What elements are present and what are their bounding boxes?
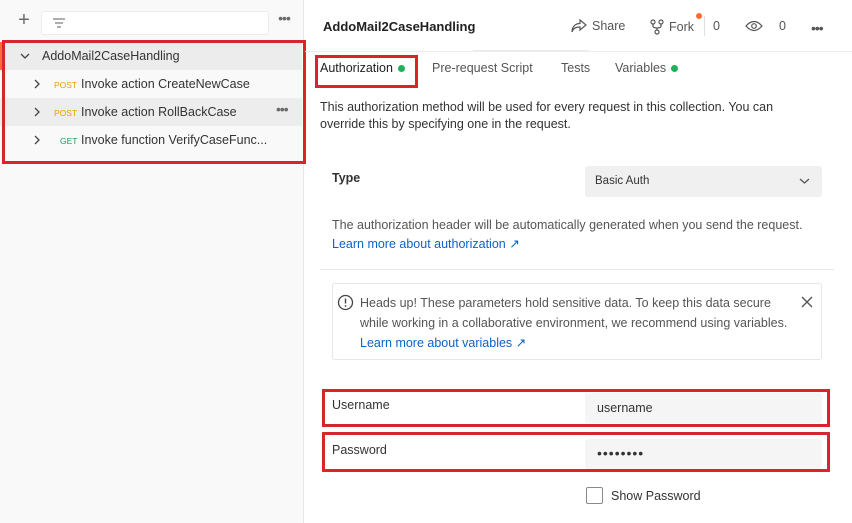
alert-message: Heads up! These parameters hold sensitiv… bbox=[360, 296, 788, 330]
collection-header: AddoMail2CaseHandling Share Fork 0 0 ••• bbox=[305, 0, 852, 52]
close-icon[interactable] bbox=[801, 296, 813, 308]
learn-more-variables-link[interactable]: Learn more about variables ↗ bbox=[360, 336, 526, 350]
highlight-box bbox=[315, 55, 418, 88]
highlight-box bbox=[322, 389, 830, 427]
highlight-box bbox=[322, 432, 830, 472]
filter-input[interactable] bbox=[41, 11, 269, 35]
auth-type-value: Basic Auth bbox=[595, 175, 650, 187]
auth-note-text: The authorization header will be automat… bbox=[332, 218, 803, 232]
tab-variables[interactable]: Variables bbox=[615, 61, 679, 75]
tab-tests[interactable]: Tests bbox=[561, 61, 590, 75]
watch-count[interactable]: 0 bbox=[779, 19, 786, 33]
alert-text: Heads up! These parameters hold sensitiv… bbox=[360, 293, 790, 353]
tab-label: Pre-request Script bbox=[432, 61, 533, 75]
fork-count[interactable]: 0 bbox=[713, 19, 720, 33]
page-title: AddoMail2CaseHandling bbox=[323, 19, 476, 34]
fork-button[interactable]: Fork bbox=[650, 19, 694, 35]
show-password-label: Show Password bbox=[611, 488, 701, 503]
filter-icon bbox=[53, 18, 65, 28]
sensitive-data-alert: Heads up! These parameters hold sensitiv… bbox=[332, 283, 822, 360]
main-panel: AddoMail2CaseHandling Share Fork 0 0 ••• bbox=[305, 0, 852, 523]
tab-pre-request-script[interactable]: Pre-request Script bbox=[432, 61, 533, 75]
share-label: Share bbox=[592, 19, 626, 33]
more-options-icon[interactable]: ••• bbox=[276, 11, 292, 28]
notification-dot bbox=[696, 13, 702, 19]
highlight-box bbox=[2, 40, 306, 164]
info-icon bbox=[337, 294, 354, 311]
share-button[interactable]: Share bbox=[571, 19, 625, 33]
chevron-down-icon bbox=[799, 178, 810, 184]
auth-note: The authorization header will be automat… bbox=[332, 216, 832, 254]
watch-icon[interactable] bbox=[745, 20, 763, 32]
auth-description: This authorization method will be used f… bbox=[320, 100, 774, 131]
type-label: Type bbox=[332, 171, 361, 185]
show-password-checkbox[interactable] bbox=[586, 487, 603, 504]
show-password-toggle[interactable]: Show Password bbox=[586, 487, 701, 504]
learn-more-authorization-link[interactable]: Learn more about authorization ↗ bbox=[332, 235, 832, 254]
auth-type-select[interactable]: Basic Auth bbox=[585, 166, 822, 197]
tab-label: Tests bbox=[561, 61, 591, 75]
sidebar-toolbar: + ••• bbox=[0, 0, 304, 42]
divider bbox=[704, 16, 705, 36]
divider bbox=[320, 269, 834, 270]
fork-icon bbox=[650, 19, 664, 35]
more-options-icon[interactable]: ••• bbox=[811, 21, 824, 35]
fork-label: Fork bbox=[669, 20, 694, 34]
share-icon bbox=[571, 19, 587, 33]
tab-label: Variables bbox=[615, 61, 667, 75]
add-icon[interactable]: + bbox=[14, 10, 34, 31]
status-dot bbox=[671, 64, 679, 72]
